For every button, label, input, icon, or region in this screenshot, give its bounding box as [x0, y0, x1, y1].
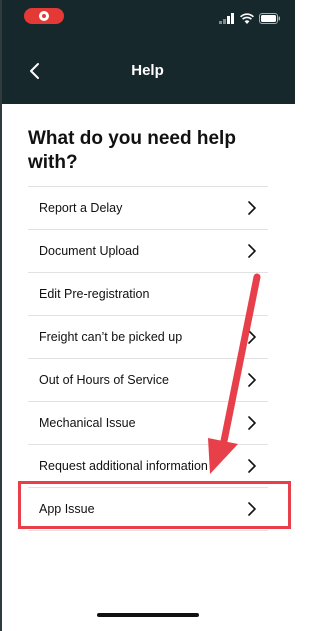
help-topic-list: Report a Delay Document Upload Edit Pre-…: [28, 186, 268, 531]
chevron-right-icon: [248, 244, 256, 258]
help-item-label: Edit Pre-registration: [39, 287, 150, 301]
page-title: What do you need help with?: [28, 128, 236, 173]
app-header: Help: [0, 36, 295, 104]
help-item-label: Request additional information: [39, 459, 208, 473]
battery-icon: [259, 12, 280, 24]
help-item-edit-pre-registration[interactable]: Edit Pre-registration: [28, 273, 268, 316]
status-icons: [219, 12, 281, 24]
help-item-out-of-hours-of-service[interactable]: Out of Hours of Service: [28, 359, 268, 402]
help-item-mechanical-issue[interactable]: Mechanical Issue: [28, 402, 268, 445]
chevron-right-icon: [248, 373, 256, 387]
help-item-label: Out of Hours of Service: [39, 373, 169, 387]
wifi-icon: [240, 12, 254, 24]
status-bar: [0, 0, 295, 36]
help-item-label: Report a Delay: [39, 201, 123, 215]
help-item-report-a-delay[interactable]: Report a Delay: [28, 187, 268, 230]
chevron-right-icon: [248, 330, 256, 344]
header-title: Help: [131, 62, 164, 79]
app-issue-highlight-box: [18, 481, 291, 529]
cellular-signal-icon: [219, 12, 234, 24]
chevron-right-icon: [248, 201, 256, 215]
screen-edge: [0, 0, 2, 631]
chevron-right-icon: [248, 416, 256, 430]
help-item-label: Mechanical Issue: [39, 416, 136, 430]
home-indicator[interactable]: [97, 613, 199, 617]
help-item-label: Freight can’t be picked up: [39, 330, 183, 344]
help-item-freight-cant-be-picked-up[interactable]: Freight can’t be picked up: [28, 316, 268, 359]
chevron-right-icon: [248, 459, 256, 473]
help-item-label: Document Upload: [39, 244, 140, 258]
help-item-document-upload[interactable]: Document Upload: [28, 230, 268, 273]
screen-recording-indicator-icon[interactable]: [24, 8, 64, 24]
